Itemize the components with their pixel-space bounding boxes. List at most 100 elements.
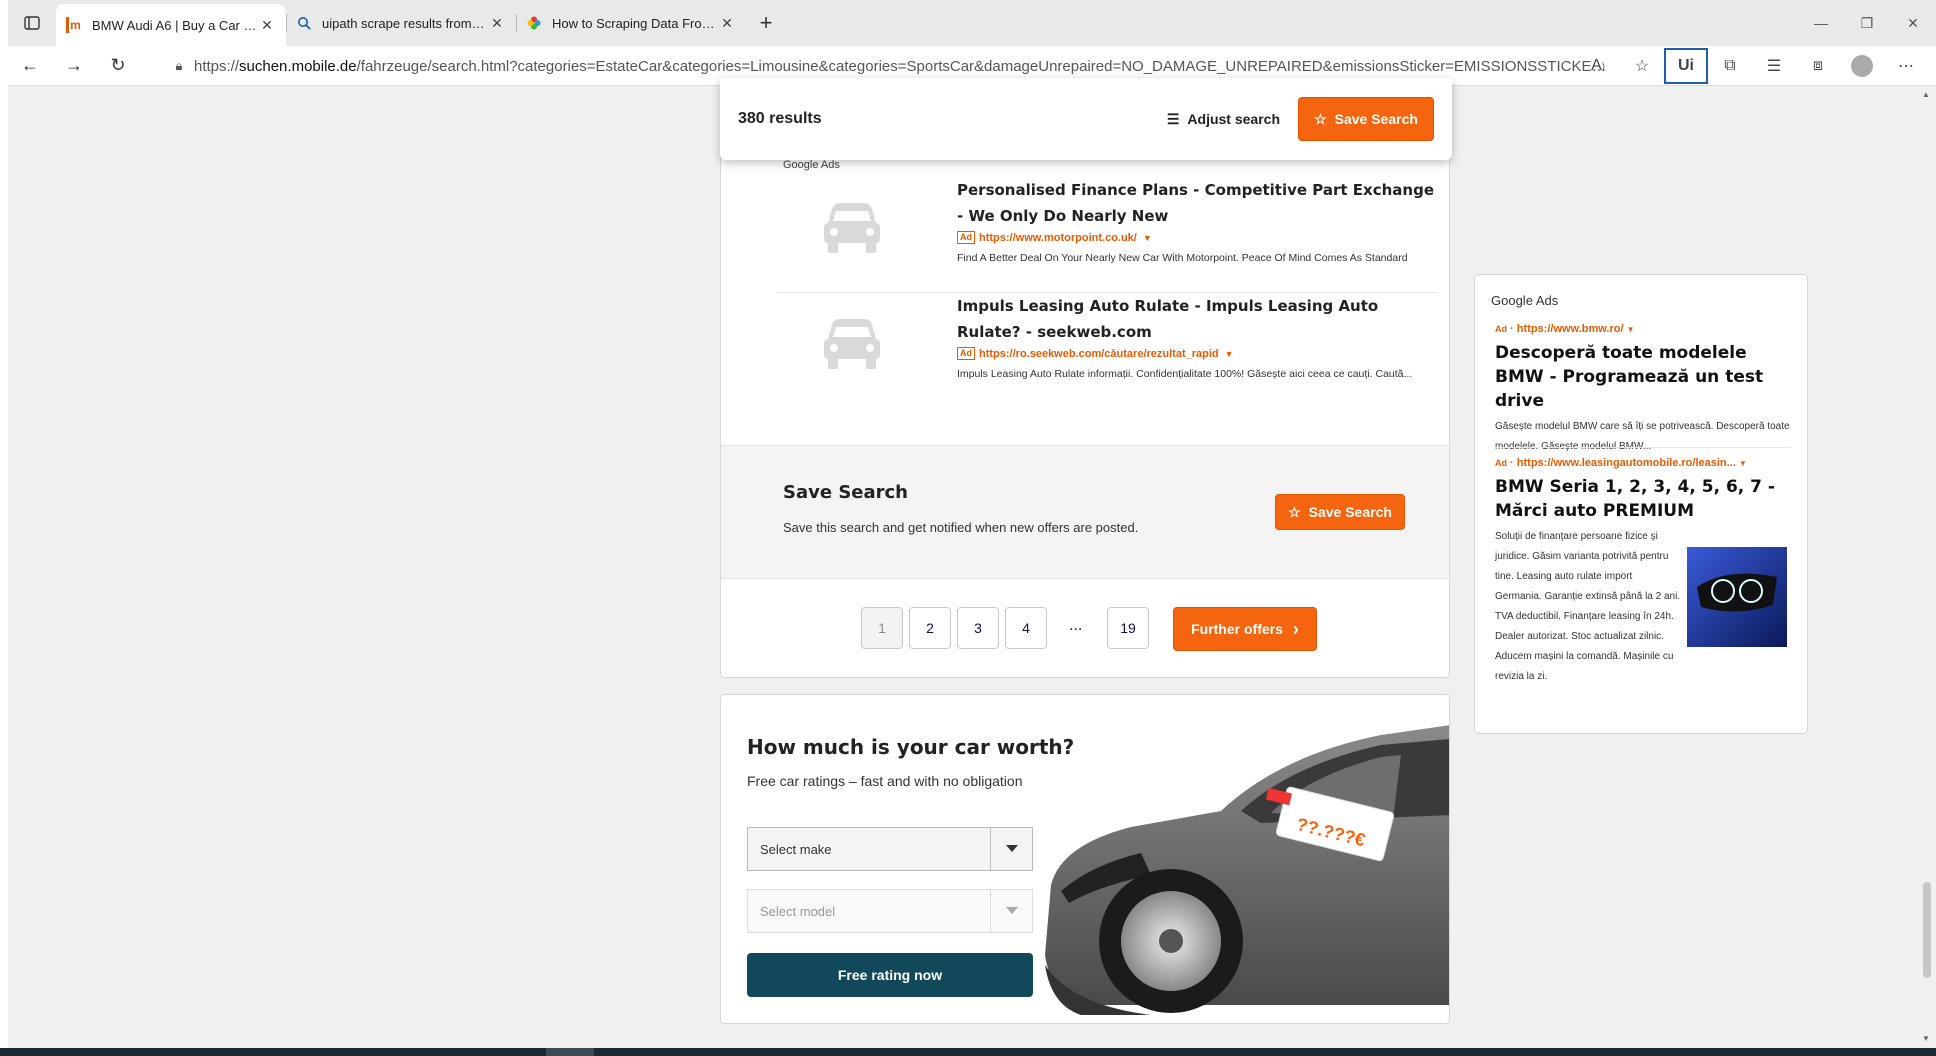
select-model-label: Select model <box>760 903 836 919</box>
car-placeholder-icon <box>777 177 927 277</box>
adjust-search-button[interactable]: ☰ Adjust search <box>1167 111 1280 128</box>
browser-window: m BMW Audi A6 | Buy a Car at mobile.de ✕… <box>0 0 1936 1056</box>
caret-down-icon[interactable]: ▼ <box>1143 233 1152 243</box>
caret-down-icon[interactable]: ▼ <box>1739 459 1747 468</box>
page-content: Google Ads Personalised Finance Plans - … <box>8 86 1918 1048</box>
ad-title[interactable]: Personalised Finance Plans - Competitive… <box>957 177 1437 229</box>
ad-title[interactable]: Impuls Leasing Auto Rulate - Impuls Leas… <box>957 293 1437 345</box>
minimize-icon[interactable]: — <box>1798 0 1844 46</box>
window-controls: — ❐ ✕ <box>1798 0 1936 46</box>
car-illustration: ??.???€ <box>1045 725 1449 1015</box>
ad-description: Soluții de finanțare persoane fizice și … <box>1495 531 1681 682</box>
page-4-button[interactable]: 4 <box>1005 607 1047 649</box>
lock-icon[interactable]: 🔒︎ <box>164 58 194 74</box>
ad-title[interactable]: Descoperă toate modelele BMW - Programea… <box>1495 341 1791 413</box>
tab-title: BMW Audi A6 | Buy a Car at mobile.de <box>92 17 258 33</box>
search-icon <box>296 15 312 31</box>
google-ads-label: Google Ads <box>783 159 840 171</box>
back-icon[interactable]: ← <box>8 48 52 84</box>
new-tab-icon[interactable]: + <box>746 4 786 42</box>
tab-uipath-search[interactable]: uipath scrape results from a web ✕ <box>286 4 516 42</box>
tab-bar: m BMW Audi A6 | Buy a Car at mobile.de ✕… <box>8 0 1936 46</box>
scrollbar-thumb[interactable] <box>1923 882 1931 978</box>
google-ads-label: Google Ads <box>1491 293 1559 308</box>
ad-url-text: https://www.motorpoint.co.uk/ <box>979 231 1137 244</box>
close-icon[interactable]: ✕ <box>718 15 736 32</box>
page-3-button[interactable]: 3 <box>957 607 999 649</box>
star-search-icon: ☆ <box>1314 110 1327 127</box>
select-model-dropdown[interactable]: Select model <box>747 889 1033 933</box>
caret-down-icon[interactable]: ▼ <box>1225 349 1234 359</box>
save-search-block: Save Search Save this search and get not… <box>721 445 1449 579</box>
profile-avatar[interactable] <box>1840 48 1884 84</box>
ad-url[interactable]: Ad https://ro.seekweb.com/căutare/rezulta… <box>957 347 1437 360</box>
save-search-header-button[interactable]: ☆ Save Search <box>1298 97 1434 141</box>
taskbar-item[interactable] <box>546 1048 594 1056</box>
scrollbar[interactable]: ▲ ▼ <box>1918 86 1936 1048</box>
ad-title[interactable]: BMW Seria 1, 2, 3, 4, 5, 6, 7 - Mărci au… <box>1495 475 1791 523</box>
more-options-icon[interactable]: ⋯ <box>1884 48 1928 84</box>
tab-actions-icon[interactable] <box>8 0 56 46</box>
tab-mobile-de[interactable]: m BMW Audi A6 | Buy a Car at mobile.de ✕ <box>56 4 286 46</box>
ad-tag: Ad <box>1495 324 1507 334</box>
page-2-button[interactable]: 2 <box>909 607 951 649</box>
collections-icon[interactable]: ⧈ <box>1796 48 1840 84</box>
ad-item[interactable]: Impuls Leasing Auto Rulate - Impuls Leas… <box>777 293 1437 393</box>
page-1-button[interactable]: 1 <box>861 607 903 649</box>
star-search-icon: ☆ <box>1288 503 1301 520</box>
ad-url-text: https://www.bmw.ro/ <box>1516 323 1624 335</box>
scroll-up-icon[interactable]: ▲ <box>1922 90 1930 99</box>
star-flower-icon <box>526 15 542 31</box>
window-left-edge <box>0 0 8 1056</box>
save-search-button-label: Save Search <box>1308 504 1392 520</box>
close-icon[interactable]: ✕ <box>258 17 276 34</box>
ad-description: Find A Better Deal On Your Nearly New Ca… <box>957 252 1408 264</box>
ad-description: Impuls Leasing Auto Rulate informații. C… <box>957 368 1413 380</box>
ad-tag: Ad <box>957 231 975 244</box>
chevron-right-icon: › <box>1292 618 1299 639</box>
free-rating-button[interactable]: Free rating now <box>747 953 1033 997</box>
ad-item[interactable]: Ad · https://www.leasingautomobile.ro/le… <box>1495 457 1791 687</box>
tab-title: How to Scraping Data From Web <box>552 15 718 31</box>
car-placeholder-icon <box>777 293 927 393</box>
bmw-headlight-image[interactable] <box>1687 547 1787 647</box>
scroll-down-icon[interactable]: ▼ <box>1922 1034 1930 1043</box>
extension-icon[interactable]: Ui <box>1664 48 1708 84</box>
extensions-puzzle-icon[interactable]: ⧉ <box>1708 48 1752 84</box>
ad-tag: Ad <box>957 347 975 360</box>
add-favorite-icon[interactable]: ☆ <box>1620 48 1664 84</box>
ad-item[interactable]: Personalised Finance Plans - Competitive… <box>777 177 1437 277</box>
close-icon[interactable]: ✕ <box>488 15 506 32</box>
favorites-icon[interactable]: ☰ <box>1752 48 1796 84</box>
ad-url-text: https://www.leasingautomobile.ro/leasin.… <box>1516 457 1736 469</box>
url-text: https://suchen.mobile.de/fahrzeuge/searc… <box>194 58 1614 75</box>
ad-url[interactable]: Ad https://www.motorpoint.co.uk/ ▼ <box>957 231 1437 244</box>
restore-icon[interactable]: ❐ <box>1844 0 1890 46</box>
select-make-dropdown[interactable]: Select make <box>747 827 1033 871</box>
right-ads-panel: Google Ads Ad · https://www.bmw.ro/ ▼ De… <box>1474 274 1808 734</box>
ad-tag: Ad <box>1495 458 1507 468</box>
sliders-icon: ☰ <box>1166 110 1180 127</box>
further-offers-button[interactable]: Further offers › <box>1173 607 1317 651</box>
save-search-header-label: Save Search <box>1334 111 1418 127</box>
tab-how-to-scraping[interactable]: How to Scraping Data From Web ✕ <box>516 4 746 42</box>
read-aloud-icon[interactable]: A) <box>1576 48 1620 84</box>
save-search-text: Save this search and get notified when n… <box>783 520 1139 535</box>
ad-url[interactable]: Ad · https://www.leasingautomobile.ro/le… <box>1495 457 1791 469</box>
ad-item[interactable]: Ad · https://www.bmw.ro/ ▼ Descoperă toa… <box>1495 323 1791 457</box>
refresh-icon[interactable]: ↻ <box>96 48 140 84</box>
ad-url[interactable]: Ad · https://www.bmw.ro/ ▼ <box>1495 323 1791 335</box>
taskbar-strip <box>0 1048 1936 1056</box>
page-19-button[interactable]: 19 <box>1107 607 1149 649</box>
further-offers-label: Further offers <box>1191 621 1283 637</box>
ad-url-text: https://ro.seekweb.com/căutare/rezultat_… <box>979 347 1219 360</box>
mobile-de-icon: m <box>66 17 82 33</box>
adjust-search-label: Adjust search <box>1187 111 1280 127</box>
caret-down-icon[interactable]: ▼ <box>1627 325 1635 334</box>
toolbar-icons: A) ☆ Ui ⧉ ☰ ⧈ ⋯ <box>1576 48 1928 84</box>
divider <box>1495 447 1791 448</box>
close-window-icon[interactable]: ✕ <box>1890 0 1936 46</box>
pagination-ellipsis: ... <box>1069 617 1083 634</box>
save-search-button[interactable]: ☆ Save Search <box>1275 494 1405 530</box>
forward-icon[interactable]: → <box>52 48 96 84</box>
